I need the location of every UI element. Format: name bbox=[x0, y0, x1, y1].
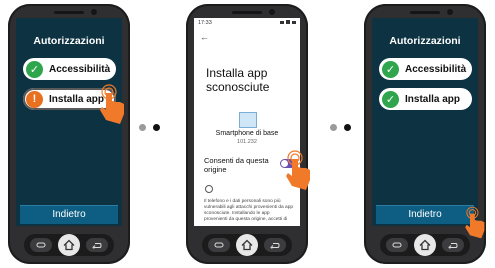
recents-button[interactable] bbox=[208, 238, 230, 252]
camera bbox=[269, 9, 275, 15]
permission-label: Installa app bbox=[405, 93, 461, 105]
home-button[interactable] bbox=[58, 234, 80, 256]
status-time: 17:33 bbox=[198, 20, 212, 26]
camera bbox=[447, 9, 453, 15]
recents-button[interactable] bbox=[386, 238, 408, 252]
status-icons bbox=[280, 20, 296, 27]
consent-label: Consenti da questa origine bbox=[204, 156, 269, 174]
check-icon: ✓ bbox=[26, 60, 43, 78]
separator-dot bbox=[344, 124, 351, 131]
screen: 17:33 ← Installa app sconosciute Smartph… bbox=[194, 18, 300, 226]
tap-hand-icon bbox=[100, 84, 124, 124]
warning-text: Il telefono e i dati personali sono più … bbox=[204, 199, 294, 222]
tap-hand-icon bbox=[286, 150, 310, 190]
page-title: Autorizzazioni bbox=[33, 35, 105, 47]
app-name: Smartphone di base bbox=[215, 130, 279, 137]
permission-label: Accessibilità bbox=[405, 63, 467, 75]
app-icon bbox=[239, 112, 257, 128]
hardware-nav-bar bbox=[24, 234, 114, 256]
permission-label: Accessibilità bbox=[49, 63, 111, 75]
check-icon: ✓ bbox=[382, 90, 399, 108]
hardware-nav-bar bbox=[380, 234, 470, 256]
separator-dot bbox=[330, 124, 337, 131]
page-title: Autorizzazioni bbox=[389, 35, 461, 47]
phone-panel-2: 17:33 ← Installa app sconosciute Smartph… bbox=[186, 4, 310, 264]
back-nav-button[interactable] bbox=[442, 238, 464, 252]
phone-panel-3: Autorizzazioni ✓ Accessibilità ✓ Install… bbox=[364, 4, 486, 264]
check-icon: ✓ bbox=[382, 60, 399, 78]
permission-item-accessibility[interactable]: ✓ Accessibilità bbox=[23, 58, 116, 80]
back-arrow-icon[interactable]: ← bbox=[200, 32, 209, 42]
back-nav-button[interactable] bbox=[264, 238, 286, 252]
back-nav-button[interactable] bbox=[86, 238, 108, 252]
separator-dot bbox=[153, 124, 160, 131]
warning-icon: ! bbox=[26, 90, 43, 108]
screen: Autorizzazioni ✓ Accessibilità ✓ Install… bbox=[372, 18, 478, 226]
home-button[interactable] bbox=[414, 234, 436, 256]
back-button[interactable]: Indietro bbox=[376, 205, 474, 224]
camera bbox=[91, 9, 97, 15]
speaker bbox=[410, 11, 440, 14]
recents-button[interactable] bbox=[30, 238, 52, 252]
separator-dot bbox=[139, 124, 146, 131]
home-button[interactable] bbox=[236, 234, 258, 256]
page-title: Installa app sconosciute bbox=[206, 66, 270, 94]
permission-item-install-apps[interactable]: ✓ Installa app bbox=[379, 88, 472, 110]
info-icon bbox=[205, 185, 213, 193]
speaker bbox=[232, 11, 262, 14]
back-button[interactable]: Indietro bbox=[20, 205, 118, 224]
permission-item-accessibility[interactable]: ✓ Accessibilità bbox=[379, 58, 472, 80]
speaker bbox=[54, 11, 84, 14]
app-version: 101.232 bbox=[237, 139, 257, 145]
phone-panel-1: Autorizzazioni ✓ Accessibilità ! Install… bbox=[8, 4, 130, 264]
hardware-nav-bar bbox=[202, 234, 292, 256]
